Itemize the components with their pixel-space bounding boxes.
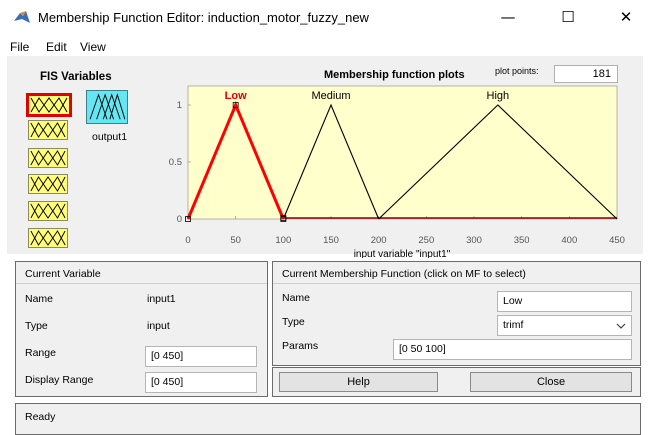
y-tick-label: 1 bbox=[177, 100, 182, 111]
close-button[interactable]: Close bbox=[470, 372, 632, 392]
current-mf-header: Current Membership Function (click on MF… bbox=[282, 268, 526, 280]
window-title: Membership Function Editor: induction_mo… bbox=[38, 10, 369, 25]
range-input[interactable]: [0 450] bbox=[145, 346, 257, 367]
x-tick-label: 50 bbox=[230, 235, 241, 246]
fis-input-variable-6[interactable] bbox=[28, 228, 68, 248]
mf-cross-icon bbox=[30, 203, 66, 219]
fis-input-variable-4[interactable] bbox=[28, 174, 68, 194]
help-button[interactable]: Help bbox=[279, 372, 438, 392]
mf-type-select[interactable]: trimf bbox=[497, 315, 632, 336]
y-tick-label: 0 bbox=[177, 214, 182, 225]
fis-variables-title: FIS Variables bbox=[40, 71, 112, 83]
x-tick-label: 200 bbox=[371, 235, 387, 246]
menu-view[interactable]: View bbox=[80, 40, 106, 54]
mf-cross-icon bbox=[30, 230, 66, 246]
params-label: Params bbox=[282, 340, 319, 352]
x-tick-label: 400 bbox=[561, 235, 577, 246]
x-axis-label: input variable "input1" bbox=[354, 249, 451, 258]
current-variable-header: Current Variable bbox=[25, 268, 101, 280]
chevron-down-icon bbox=[613, 316, 629, 335]
separator bbox=[273, 283, 640, 284]
variable-type-value: input bbox=[147, 320, 170, 332]
params-input[interactable]: [0 50 100] bbox=[393, 339, 632, 360]
minimize-button[interactable]: — bbox=[496, 6, 520, 28]
mf-name-label: Name bbox=[282, 292, 311, 304]
variable-name-label: Name bbox=[25, 293, 54, 305]
maximize-button[interactable]: ☐ bbox=[556, 6, 580, 28]
fis-input-variable-1[interactable] bbox=[26, 93, 72, 117]
separator bbox=[16, 283, 267, 284]
range-label: Range bbox=[25, 347, 56, 359]
fis-input-variable-5[interactable] bbox=[28, 201, 68, 221]
mf-type-label: Type bbox=[282, 316, 305, 328]
x-tick-label: 450 bbox=[609, 235, 625, 246]
display-range-input[interactable]: [0 450] bbox=[145, 372, 257, 393]
x-tick-label: 250 bbox=[418, 235, 434, 246]
y-tick-label: 0.5 bbox=[169, 157, 182, 168]
membership-function-plot[interactable]: 0 0.5 1 0 50 100 150 200 250 300 350 400 450 Medium… bbox=[160, 80, 640, 258]
mf-type-value: trimf bbox=[503, 319, 524, 331]
x-tick-label: 350 bbox=[514, 235, 530, 246]
mf-label-medium[interactable]: Medium bbox=[311, 90, 350, 102]
menu-edit[interactable]: Edit bbox=[46, 40, 67, 54]
close-window-button[interactable]: ✕ bbox=[614, 6, 638, 28]
fis-output-variable[interactable] bbox=[86, 90, 128, 124]
x-tick-label: 150 bbox=[323, 235, 339, 246]
x-tick-label: 0 bbox=[185, 235, 190, 246]
display-range-label: Display Range bbox=[25, 374, 94, 386]
matlab-icon bbox=[13, 9, 31, 25]
status-bar bbox=[15, 403, 641, 435]
status-text: Ready bbox=[25, 411, 56, 423]
mf-cross-icon bbox=[30, 122, 66, 138]
variable-name-value: input1 bbox=[147, 293, 176, 305]
output-variable-label: output1 bbox=[92, 131, 128, 143]
mf-cross-icon bbox=[30, 97, 68, 113]
x-tick-label: 300 bbox=[466, 235, 482, 246]
plot-points-label: plot points: bbox=[495, 66, 539, 76]
menu-file[interactable]: File bbox=[10, 40, 29, 54]
plot-area bbox=[187, 85, 618, 220]
mf-name-input[interactable]: Low bbox=[497, 291, 632, 312]
x-tick-label: 100 bbox=[275, 235, 291, 246]
fis-input-variable-2[interactable] bbox=[28, 120, 68, 140]
mf-cross-icon bbox=[30, 176, 66, 192]
variable-type-label: Type bbox=[25, 320, 48, 332]
fis-input-variable-3[interactable] bbox=[28, 148, 68, 168]
mf-cross-icon bbox=[30, 150, 66, 166]
mf-label-low[interactable]: Low bbox=[225, 90, 247, 102]
mf-triangles-icon bbox=[89, 93, 126, 120]
mf-label-high[interactable]: High bbox=[487, 90, 510, 102]
